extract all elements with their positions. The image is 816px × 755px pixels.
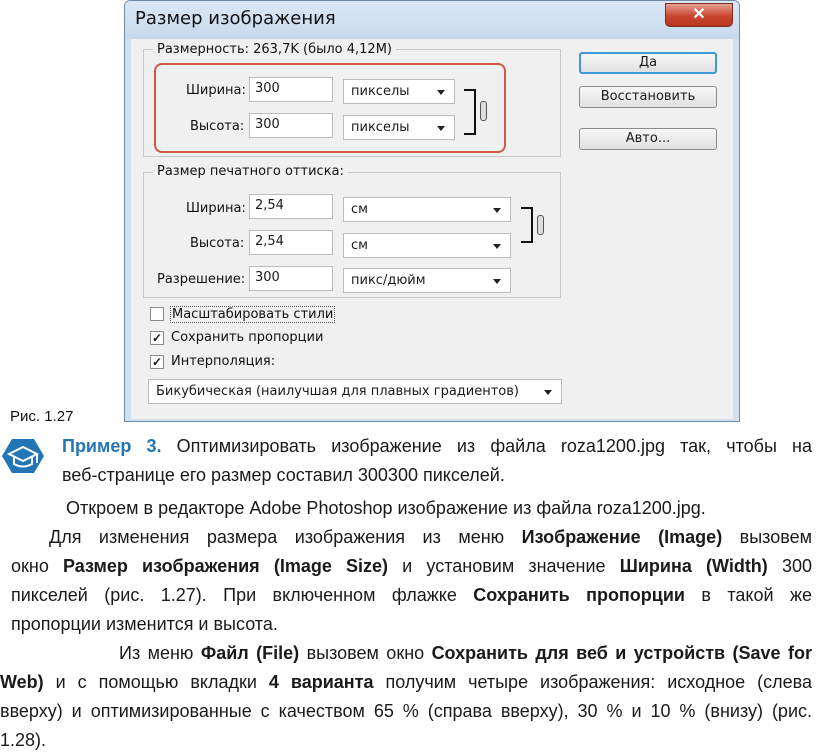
p2-width: Ширина (Width) (619, 556, 768, 576)
resolution-input[interactable]: 300 (249, 266, 333, 291)
resample-checkbox[interactable]: ✓ (150, 355, 164, 369)
dialog-title: Размер изображения (135, 8, 336, 29)
print-width-unit: см (351, 202, 368, 217)
figure-caption: Рис. 1.27 (10, 408, 74, 425)
p2-menu-image: Изображение (Image) (521, 527, 723, 547)
chevron-down-icon (493, 208, 501, 213)
pixel-height-unit-select[interactable]: пикселы (343, 115, 455, 140)
pixel-width-input[interactable]: 300 (249, 77, 333, 102)
pixel-width-label: Ширина: (186, 83, 246, 98)
chevron-down-icon (437, 90, 445, 95)
chevron-down-icon (493, 279, 501, 284)
p3-text-a: Из меню (119, 643, 201, 663)
print-width-unit-select[interactable]: см (343, 197, 511, 222)
title-bar: Размер изображения ✕ (125, 1, 739, 39)
close-button[interactable]: ✕ (665, 3, 733, 27)
print-width-label: Ширина: (186, 201, 246, 216)
reset-button[interactable]: Восстановить (579, 86, 717, 108)
example-paragraph: Пример 3. Оптимизировать изображение из … (62, 432, 812, 490)
print-height-label: Высота: (190, 236, 245, 251)
resample-method: Бикубическая (наилучшая для плавных град… (156, 384, 519, 399)
print-width-input[interactable]: 2,54 (249, 194, 333, 219)
p2-constrain: Сохранить пропорции (473, 585, 685, 605)
link-chain-icon (537, 215, 544, 235)
paragraph-1: Откроем в редакторе Adobe Photoshop изоб… (66, 498, 706, 518)
print-height-input[interactable]: 2,54 (249, 230, 333, 255)
example-text-2: веб-странице его размер составил 300300 … (62, 465, 505, 485)
dimensions-label: Размерность: 263,7K (было 4,12M) (153, 42, 396, 57)
link-chain-icon (480, 101, 487, 121)
resolution-unit: пикс/дюйм (351, 273, 426, 288)
print-size-label: Размер печатного оттиска: (153, 164, 348, 179)
pixel-width-unit-select[interactable]: пикселы (343, 79, 455, 104)
pixel-height-label: Высота: (190, 119, 245, 134)
resolution-label: Разрешение: (157, 272, 246, 287)
graduation-cap-icon (0, 436, 46, 476)
p3-four-variants: 4 варианта (268, 672, 374, 692)
example-label: Пример 3. (62, 436, 162, 456)
p3-web: Web) (0, 672, 44, 692)
pixel-height-unit: пикселы (351, 120, 410, 135)
p2-text-f: и установим значение (388, 556, 620, 576)
print-height-unit-select[interactable]: см (343, 233, 511, 258)
example-text-1: Оптимизировать изображение из файла roza… (161, 436, 812, 456)
scale-styles-label: Масштабировать стили (170, 306, 336, 323)
chevron-down-icon (493, 244, 501, 249)
image-size-dialog: Размер изображения ✕ Размерность: 263,7K… (124, 0, 740, 422)
auto-button[interactable]: Авто... (579, 128, 717, 150)
p3-text-c: вызовем окно (299, 643, 432, 663)
p3-text-i: вверху) и оптимизированные с качеством 6… (0, 701, 812, 721)
resample-method-select[interactable]: Бикубическая (наилучшая для плавных град… (148, 379, 562, 404)
p2-image-size: Размер изображения (Image Size) (63, 556, 389, 576)
constrain-proportions-checkbox[interactable]: ✓ (150, 331, 164, 345)
chevron-down-icon (437, 126, 445, 131)
pixel-height-input[interactable]: 300 (249, 113, 333, 138)
resolution-unit-select[interactable]: пикс/дюйм (343, 268, 511, 293)
pixel-width-unit: пикселы (351, 84, 410, 99)
p3-text-j: 1.28). (0, 730, 47, 750)
p2-text-c: вызовем (722, 527, 812, 547)
p2-text-k: в такой же (685, 585, 812, 605)
paragraph-3: Из меню Файл (File) вызовем окно Сохрани… (0, 639, 812, 755)
resample-label: Интерполяция: (171, 354, 276, 369)
p2-text-h: 300 (767, 556, 813, 576)
scale-styles-checkbox[interactable] (150, 307, 164, 321)
p3-text-f: и с помощью вкладки (43, 672, 269, 692)
paragraph-2: Для изменения размера изображения из мен… (11, 523, 812, 639)
p3-save-for-web: Сохранить для веб и устройств (Save for (431, 643, 812, 663)
dialog-client: Размерность: 263,7K (было 4,12M) Ширина:… (131, 39, 733, 419)
chevron-down-icon (544, 390, 552, 395)
print-height-unit: см (351, 238, 368, 253)
p2-text-l: пропорции изменится и высота. (11, 614, 278, 634)
p2-text-d: окно (11, 556, 64, 576)
p2-text-i: пикселей (рис. 1.27). При включенном фла… (11, 585, 474, 605)
p2-text-a: Для изменения размера изображения из мен… (49, 527, 522, 547)
p3-text-h: получим четыре изображения: исходное (сл… (373, 672, 812, 692)
p3-file-menu: Файл (File) (200, 643, 300, 663)
print-constrain-bracket (521, 207, 533, 243)
constrain-proportions-label: Сохранить пропорции (171, 330, 324, 345)
constrain-bracket (464, 89, 476, 135)
ok-button[interactable]: Да (579, 52, 717, 74)
